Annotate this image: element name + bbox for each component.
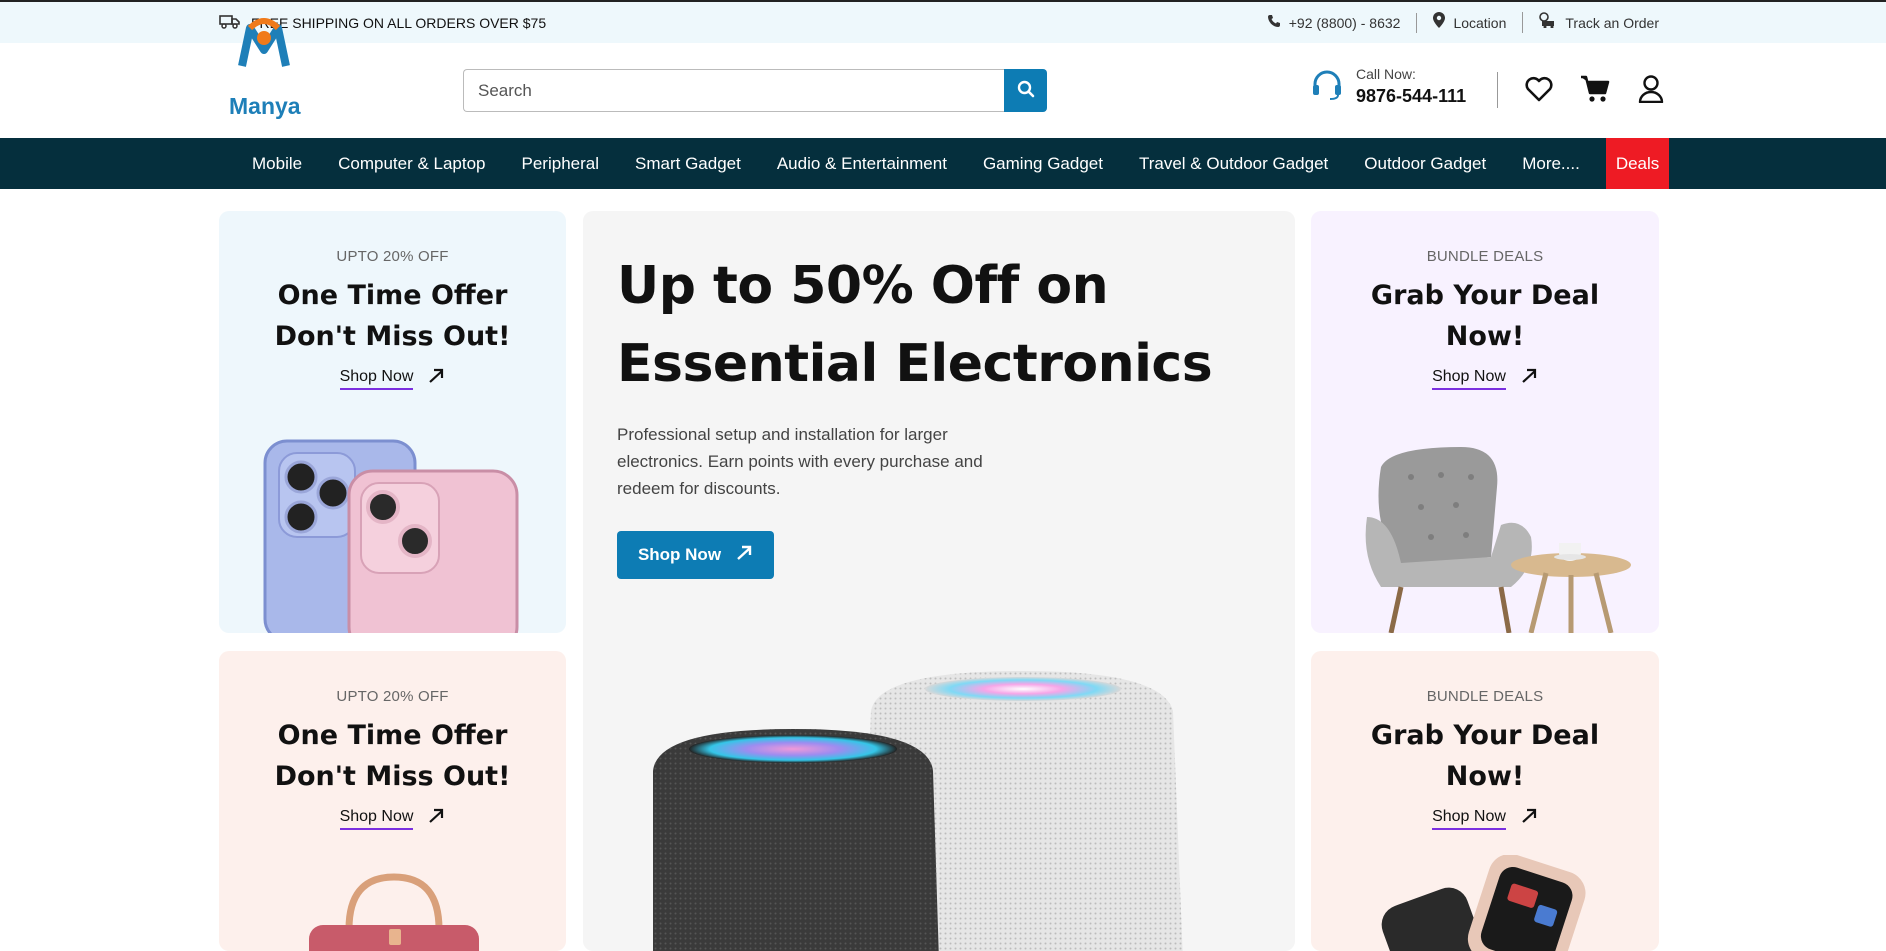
card-title: One Time Offer Don't Miss Out!: [219, 275, 566, 357]
header-divider: [1497, 72, 1498, 108]
promo-card-phones: UPTO 20% OFF One Time Offer Don't Miss O…: [219, 211, 566, 633]
user-icon[interactable]: [1636, 74, 1666, 104]
hero-banner: Up to 50% Off on Essential Electronics P…: [583, 211, 1295, 951]
card-title: One Time Offer Don't Miss Out!: [219, 715, 566, 797]
logo-text: Manya: [229, 93, 301, 119]
shop-now-label: Shop Now: [339, 367, 414, 390]
shop-now-label: Shop Now: [1432, 807, 1506, 830]
logo[interactable]: [228, 16, 300, 76]
card-title-line-1: Grab Your Deal: [1370, 720, 1600, 751]
card-title-line-1: One Time Offer: [277, 720, 508, 751]
card-title: Grab Your Deal Now!: [1311, 715, 1659, 797]
promo-card-chair: BUNDLE DEALS Grab Your Deal Now! Shop No…: [1311, 211, 1659, 633]
smart-speakers-image: [653, 671, 1183, 951]
card-kicker: BUNDLE DEALS: [1426, 248, 1544, 265]
arrow-up-right-icon: [1520, 807, 1538, 830]
card-title-line-1: One Time Offer: [277, 280, 508, 311]
phone-text: +92 (8800) - 8632: [1288, 14, 1401, 31]
nav-item-audio-entertainment[interactable]: Audio & Entertainment: [759, 138, 965, 189]
hero-title: Up to 50% Off on Essential Electronics: [617, 247, 1257, 403]
hero-description: Professional setup and installation for …: [617, 425, 983, 498]
nav-item-gaming-gadget[interactable]: Gaming Gadget: [965, 138, 1121, 189]
phone-link[interactable]: +92 (8800) - 8632: [1251, 12, 1418, 33]
nav-item-outdoor-gadget[interactable]: Outdoor Gadget: [1346, 138, 1504, 189]
shop-now-link[interactable]: Shop Now: [1432, 807, 1538, 830]
hero-cta-label: Shop Now: [637, 545, 722, 564]
card-title-line-2: Now!: [1445, 321, 1525, 352]
search-button[interactable]: [1004, 69, 1047, 112]
smartwatch-image: [1381, 855, 1586, 951]
headset-icon: [1310, 67, 1344, 106]
arrow-up-right-icon: [427, 367, 445, 390]
call-label: Call Now:: [1356, 66, 1416, 82]
heart-icon[interactable]: [1524, 74, 1554, 104]
hero-title-line-2: Essential Electronics: [617, 334, 1213, 394]
promo-card-watch: BUNDLE DEALS Grab Your Deal Now! Shop No…: [1311, 651, 1659, 951]
card-title-line-2: Don't Miss Out!: [274, 761, 511, 792]
card-title-line-1: Grab Your Deal: [1370, 280, 1600, 311]
nav-item-peripheral[interactable]: Peripheral: [504, 138, 618, 189]
header-actions: [1524, 74, 1666, 104]
arrow-up-right-icon: [735, 544, 753, 567]
bag-image: [309, 873, 479, 951]
card-title-line-2: Now!: [1445, 761, 1525, 792]
search-icon: [1017, 80, 1035, 101]
phones-image: [263, 439, 519, 633]
nav-item-smart-gadget[interactable]: Smart Gadget: [617, 138, 759, 189]
call-now[interactable]: Call Now: 9876-544-111: [1310, 66, 1466, 107]
hero-title-line-1: Up to 50% Off on: [617, 256, 1109, 316]
nav-item-travel-outdoor-gadget[interactable]: Travel & Outdoor Gadget: [1121, 138, 1346, 189]
call-number: 9876-544-111: [1356, 86, 1467, 106]
location-link[interactable]: Location: [1417, 12, 1524, 33]
shop-now-label: Shop Now: [339, 807, 414, 830]
nav-item-mobile[interactable]: Mobile: [234, 138, 320, 189]
card-kicker: UPTO 20% OFF: [336, 688, 449, 705]
location-text: Location: [1453, 14, 1507, 31]
shop-now-link[interactable]: Shop Now: [339, 807, 446, 830]
arrow-up-right-icon: [1520, 367, 1538, 390]
card-kicker: BUNDLE DEALS: [1426, 688, 1544, 705]
hero-shop-now-button[interactable]: Shop Now: [617, 531, 774, 579]
location-pin-icon: [1433, 12, 1446, 33]
track-order-link[interactable]: Track an Order: [1523, 12, 1659, 33]
cart-icon[interactable]: [1580, 74, 1610, 104]
shop-now-label: Shop Now: [1432, 367, 1506, 390]
armchair-image: [1365, 447, 1631, 633]
search-input[interactable]: [463, 69, 1004, 112]
shop-now-link[interactable]: Shop Now: [1432, 367, 1538, 390]
arrow-up-right-icon: [427, 807, 445, 830]
card-title: Grab Your Deal Now!: [1311, 275, 1659, 357]
nav-item-computer-laptop[interactable]: Computer & Laptop: [320, 138, 503, 189]
nav-item-more[interactable]: More....: [1504, 138, 1598, 189]
nav-item-deals[interactable]: Deals: [1605, 138, 1670, 189]
card-kicker: UPTO 20% OFF: [336, 248, 449, 265]
promo-card-bag: UPTO 20% OFF One Time Offer Don't Miss O…: [219, 651, 566, 951]
main-nav: Mobile Computer & Laptop Peripheral Smar…: [0, 138, 1886, 189]
phone-icon: [1267, 13, 1281, 33]
card-title-line-2: Don't Miss Out!: [274, 321, 511, 352]
shop-now-link[interactable]: Shop Now: [339, 367, 446, 390]
search-bar: [463, 69, 1047, 112]
track-order-icon: [1539, 12, 1557, 33]
track-order-text: Track an Order: [1565, 14, 1659, 31]
